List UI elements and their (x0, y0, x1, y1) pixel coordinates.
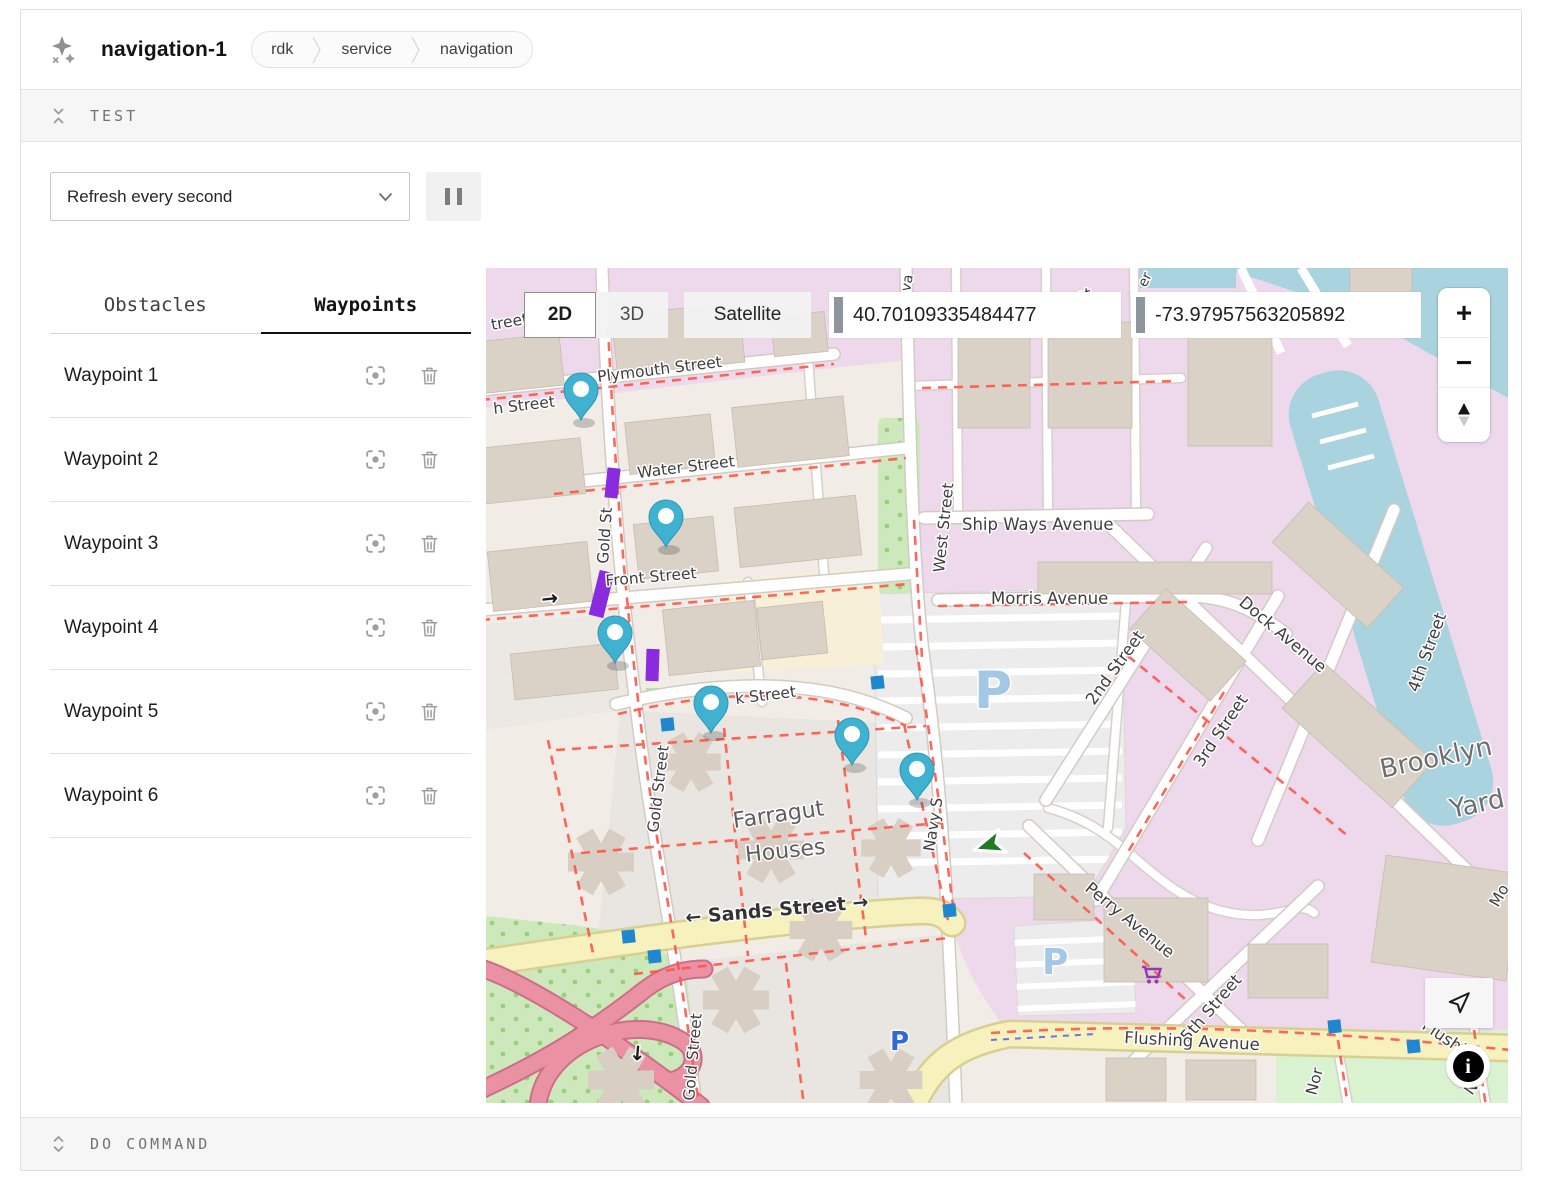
breadcrumb-separator-icon (411, 32, 421, 68)
focus-waypoint-button[interactable] (359, 611, 392, 644)
svg-text:Morris Avenue: Morris Avenue (991, 589, 1108, 608)
waypoint-list: Waypoint 1 Waypoint 2 (50, 334, 471, 838)
focus-waypoint-button[interactable] (359, 779, 392, 812)
delete-waypoint-button[interactable] (414, 696, 445, 728)
waypoint-label: Waypoint 4 (64, 617, 359, 639)
focus-waypoint-button[interactable] (359, 359, 392, 392)
map-mode-switch: 2D 3D Satellite (524, 292, 811, 338)
do-command-label: DO COMMAND (90, 1135, 210, 1153)
focus-waypoint-button[interactable] (359, 527, 392, 560)
trash-icon (418, 616, 441, 640)
card-header: navigation-1 rdk service navigation (21, 10, 1521, 89)
focus-icon (363, 615, 388, 640)
delete-waypoint-button[interactable] (414, 360, 445, 392)
waypoint-row: Waypoint 1 (50, 334, 471, 418)
refresh-rate-value: Refresh every second (67, 187, 378, 207)
delete-waypoint-button[interactable] (414, 528, 445, 560)
svg-text:P: P (890, 1027, 909, 1057)
longitude-field (1131, 292, 1421, 338)
zoom-out-button[interactable]: − (1438, 338, 1490, 388)
chevron-down-icon (378, 192, 393, 202)
map-3d-button[interactable]: 3D (596, 292, 668, 338)
focus-waypoint-button[interactable] (359, 695, 392, 728)
compass-icon (1451, 400, 1477, 430)
drag-handle[interactable] (1136, 297, 1145, 333)
focus-icon (363, 447, 388, 472)
delete-waypoint-button[interactable] (414, 444, 445, 476)
waypoints-panel: Obstacles Waypoints Waypoint 1 (50, 268, 471, 1103)
do-command-section-header[interactable]: DO COMMAND (21, 1117, 1521, 1170)
refresh-controls: Refresh every second (21, 142, 1521, 252)
delete-waypoint-button[interactable] (414, 612, 445, 644)
navigation-service-icon (49, 35, 79, 65)
info-icon: i (1453, 1051, 1484, 1082)
latitude-field (829, 292, 1121, 338)
waypoint-label: Waypoint 6 (64, 785, 359, 807)
test-section-label: TEST (90, 107, 138, 125)
waypoint-label: Waypoint 1 (64, 365, 359, 387)
breadcrumb-item: rdk (252, 32, 312, 67)
latitude-input[interactable] (853, 304, 1121, 327)
map: treeth StreetPlymouth StreetWater Street… (486, 268, 1508, 1103)
waypoint-label: Waypoint 5 (64, 701, 359, 723)
trash-icon (418, 784, 441, 808)
waypoint-label: Waypoint 3 (64, 533, 359, 555)
map-canvas[interactable]: treeth StreetPlymouth StreetWater Street… (486, 268, 1508, 1103)
map-2d-button[interactable]: 2D (524, 292, 596, 338)
tab-obstacles[interactable]: Obstacles (50, 268, 261, 334)
waypoint-row: Waypoint 4 (50, 586, 471, 670)
svg-text:Ship Ways Avenue: Ship Ways Avenue (962, 515, 1114, 534)
svg-text:va: va (898, 273, 917, 292)
expand-icon (50, 1135, 67, 1153)
waypoint-row: Waypoint 2 (50, 418, 471, 502)
svg-text:P: P (974, 661, 1012, 721)
waypoint-row: Waypoint 3 (50, 502, 471, 586)
focus-icon (363, 699, 388, 724)
map-info-button[interactable]: i (1446, 1044, 1490, 1088)
breadcrumb: rdk service navigation (251, 31, 533, 68)
test-section-header[interactable]: TEST (21, 89, 1521, 142)
page-title: navigation-1 (101, 38, 227, 62)
satellite-button[interactable]: Satellite (684, 292, 811, 338)
pause-icon (445, 188, 450, 205)
pause-refresh-button[interactable] (426, 172, 481, 221)
breadcrumb-separator-icon (312, 32, 322, 68)
trash-icon (418, 700, 441, 724)
focus-icon (363, 783, 388, 808)
breadcrumb-item: navigation (421, 32, 532, 67)
drag-handle[interactable] (834, 297, 843, 333)
focus-waypoint-button[interactable] (359, 443, 392, 476)
trash-icon (418, 364, 441, 388)
locate-button[interactable] (1425, 978, 1493, 1028)
navigation-card: navigation-1 rdk service navigation TEST… (20, 9, 1522, 1171)
waypoint-row: Waypoint 6 (50, 754, 471, 838)
svg-text:P: P (1042, 942, 1068, 983)
collapse-icon (50, 107, 67, 125)
zoom-in-button[interactable]: + (1438, 288, 1490, 338)
breadcrumb-item: service (322, 32, 411, 67)
tab-waypoints[interactable]: Waypoints (261, 268, 472, 334)
main-content: Obstacles Waypoints Waypoint 1 (21, 252, 1521, 1117)
panel-tabs: Obstacles Waypoints (50, 268, 471, 334)
waypoint-row: Waypoint 5 (50, 670, 471, 754)
trash-icon (418, 448, 441, 472)
refresh-rate-select[interactable]: Refresh every second (50, 172, 410, 221)
trash-icon (418, 532, 441, 556)
delete-waypoint-button[interactable] (414, 780, 445, 812)
waypoint-label: Waypoint 2 (64, 449, 359, 471)
obstacle-marker (645, 649, 659, 681)
svg-text:→: → (540, 585, 559, 611)
map-zoom-controls: + − (1438, 288, 1490, 442)
pause-icon (457, 188, 462, 205)
navigation-arrow-icon (1446, 990, 1472, 1016)
longitude-input[interactable] (1155, 304, 1421, 327)
focus-icon (363, 531, 388, 556)
compass-button[interactable] (1438, 388, 1490, 442)
svg-text:→: → (626, 1044, 651, 1063)
focus-icon (363, 363, 388, 388)
